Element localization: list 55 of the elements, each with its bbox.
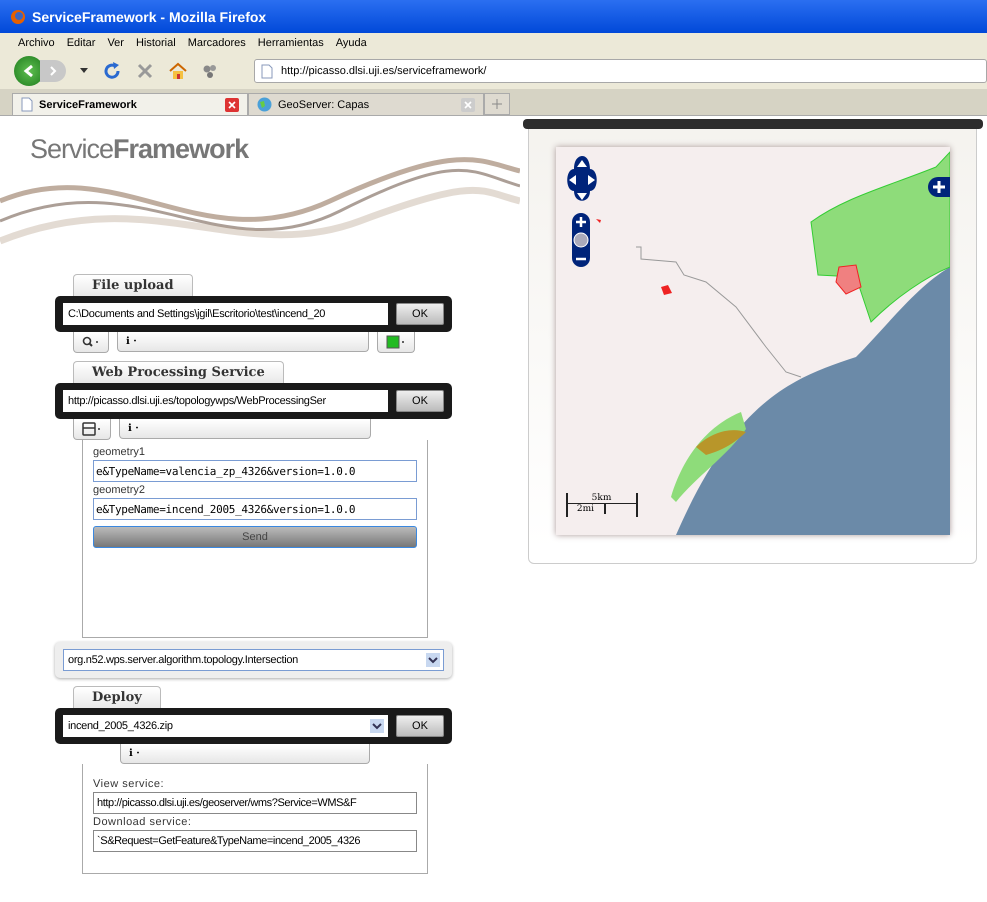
search-button[interactable] xyxy=(73,332,109,353)
stop-icon xyxy=(136,62,154,80)
section-tab[interactable]: Deploy xyxy=(73,686,161,708)
menu-item[interactable]: Editar xyxy=(62,37,104,49)
input-field[interactable]: http://picasso.dlsi.uji.es/topologywps/WebProcessingSer xyxy=(63,390,388,412)
save-icon xyxy=(82,422,102,436)
reload-icon xyxy=(102,61,122,81)
field-label: geometry2 xyxy=(93,484,146,496)
info-button[interactable]: i · xyxy=(119,419,371,439)
browser-tab[interactable]: ServiceFramework xyxy=(12,93,248,115)
ok-button[interactable]: OK xyxy=(396,303,444,325)
menu-item[interactable]: Historial xyxy=(132,37,184,49)
input-field[interactable]: C:\Documents and Settings\jgil\Escritorio\test\incend_20 xyxy=(63,303,388,325)
swatch-icon xyxy=(386,335,406,349)
window-title: ServiceFramework - Mozilla Firefox xyxy=(32,8,266,24)
menu-item[interactable]: Archivo xyxy=(14,37,63,49)
plus-icon xyxy=(930,179,946,195)
section-tab[interactable]: Web Processing Service xyxy=(73,361,284,383)
section-tab[interactable]: File upload xyxy=(73,274,193,296)
search-icon xyxy=(82,336,100,348)
algorithm-select[interactable]: org.n52.wps.server.algorithm.topology.Intersection xyxy=(63,649,444,671)
globe-icon xyxy=(257,97,272,112)
field-label: Download service: xyxy=(93,816,192,828)
input-field[interactable]: `S&Request=GetFeature&TypeName=incend_2005_4326 xyxy=(93,830,417,852)
circles-icon xyxy=(202,63,218,79)
info-button[interactable]: i · xyxy=(117,332,369,352)
new-tab-button[interactable] xyxy=(484,93,510,115)
menu-item[interactable]: Marcadores xyxy=(184,37,254,49)
input-field[interactable]: e&TypeName=valencia_zp_4326&version=1.0.0 xyxy=(93,460,417,482)
close-icon xyxy=(225,98,239,112)
browser-tab[interactable]: GeoServer: Capas xyxy=(248,93,484,115)
file-select[interactable]: incend_2005_4326.zip xyxy=(63,715,388,737)
color-button[interactable] xyxy=(377,332,415,353)
menu-item[interactable]: Ver xyxy=(103,37,132,49)
field-label: geometry1 xyxy=(93,446,146,458)
ok-button[interactable]: OK xyxy=(396,715,444,737)
close-icon xyxy=(461,98,475,112)
menu-item[interactable]: Ayuda xyxy=(332,37,375,49)
home-icon xyxy=(168,62,188,80)
info-button[interactable]: i · xyxy=(120,744,370,764)
browser-logo-icon xyxy=(10,8,26,24)
input-field[interactable]: e&TypeName=incend_2005_4326&version=1.0.0 xyxy=(93,498,417,520)
page-icon xyxy=(261,64,273,78)
logo-text: ServiceFramework xyxy=(30,134,248,165)
scale-label: 2mi xyxy=(568,504,606,514)
page-icon xyxy=(21,97,33,112)
dropdown-arrow-icon xyxy=(80,68,88,74)
field-label: View service: xyxy=(93,778,166,790)
ok-button[interactable]: OK xyxy=(396,390,444,412)
menu-item[interactable]: Herramientas xyxy=(254,37,332,49)
save-button[interactable] xyxy=(73,419,111,440)
scale-label: 5km xyxy=(568,493,636,504)
plus-icon xyxy=(492,99,502,109)
address-bar[interactable]: http://picasso.dlsi.uji.es/serviceframework/ xyxy=(254,59,987,83)
input-field[interactable]: http://picasso.dlsi.uji.es/geoserver/wms?Service=WMS&F xyxy=(93,792,417,814)
